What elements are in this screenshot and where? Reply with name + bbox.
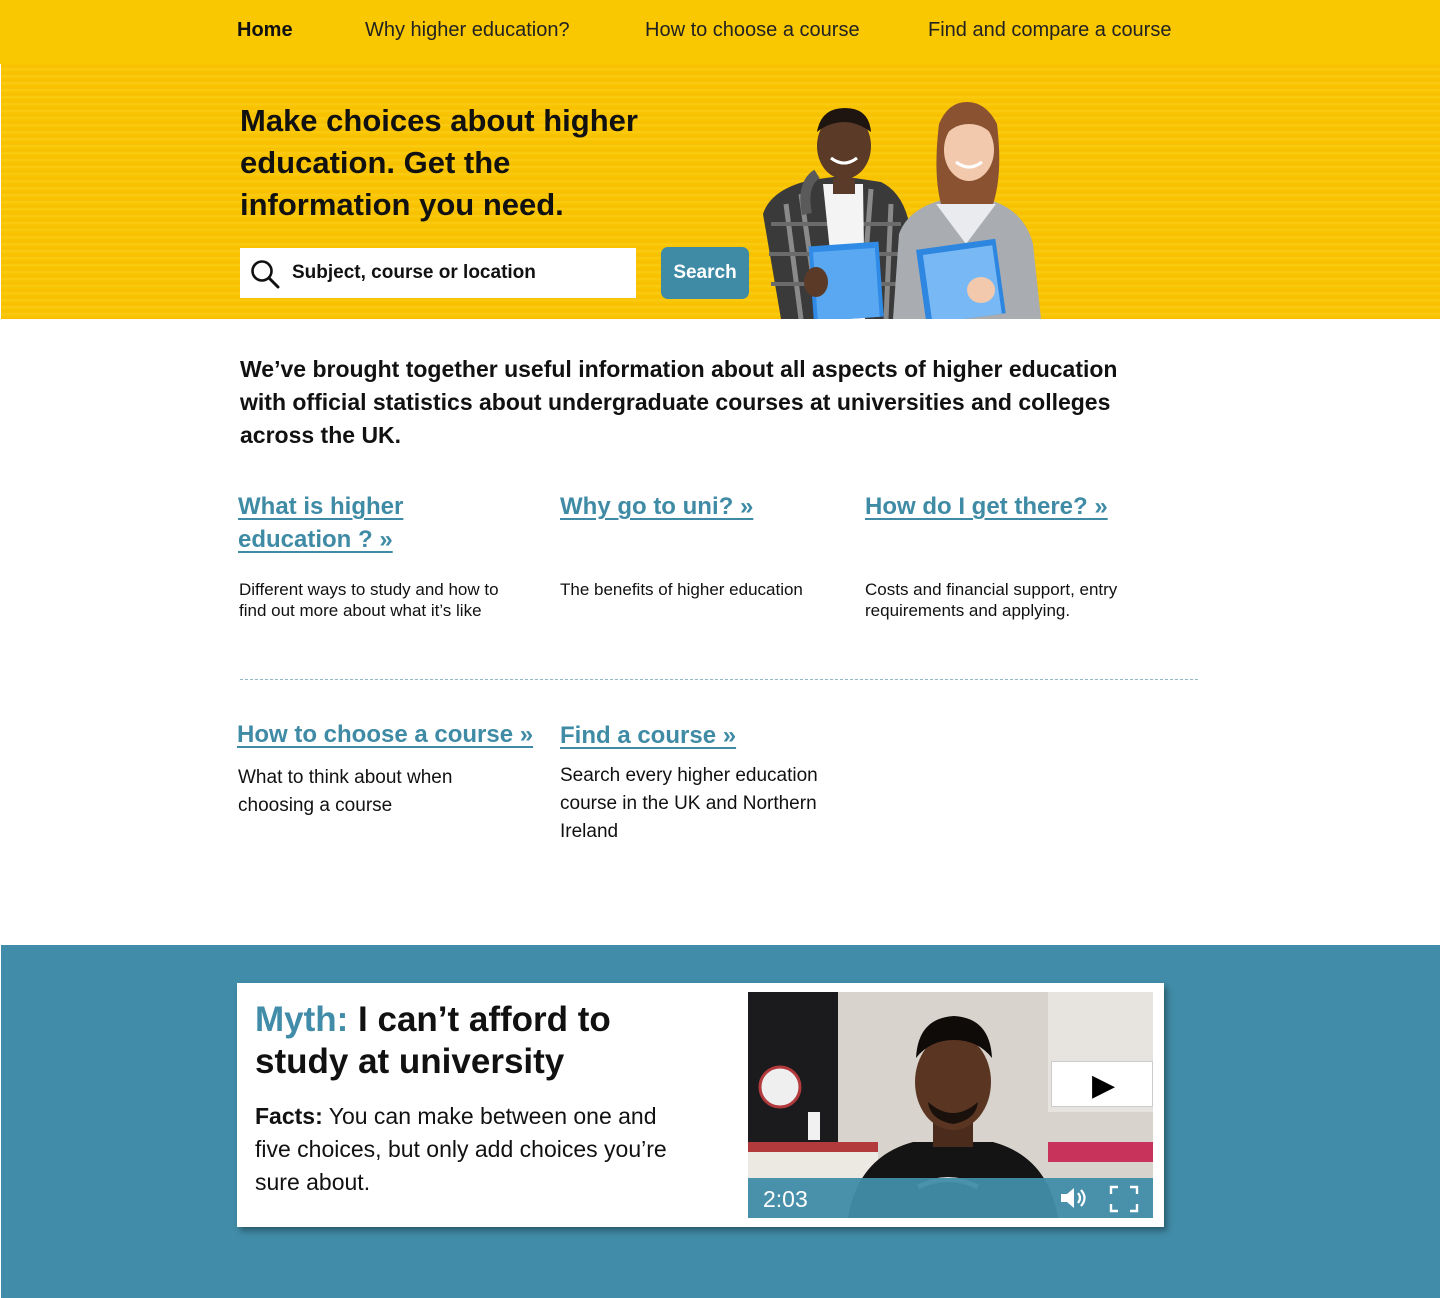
card-desc-find-a-course: Search every higher education course in … xyxy=(560,765,818,842)
facts-text: Facts: You can make between one and five… xyxy=(255,1100,695,1199)
link-find-a-course[interactable]: Find a course » xyxy=(560,719,820,752)
link-why-go-to-uni[interactable]: Why go to uni? » xyxy=(560,490,820,523)
link-what-is-higher-education[interactable]: What is higher education ? » xyxy=(238,490,468,556)
hero-title: Make choices about higher education. Get… xyxy=(240,103,638,222)
intro-text: We’ve brought together useful informatio… xyxy=(240,356,1118,448)
myth-label: Myth: xyxy=(255,1000,349,1039)
nav-item-home[interactable]: Home xyxy=(237,19,293,42)
card-desc-why-go-to-uni: The benefits of higher education xyxy=(560,580,803,599)
nav-item-find-and-compare[interactable]: Find and compare a course xyxy=(928,19,1171,42)
card-desc-what-is-higher-education: Different ways to study and how to find … xyxy=(239,580,499,620)
link-how-to-choose-a-course[interactable]: How to choose a course » xyxy=(237,718,537,751)
video-player[interactable]: ▶ 2:03 xyxy=(748,992,1153,1218)
video-controls: 2:03 xyxy=(748,1178,1153,1218)
nav-item-how-to-choose[interactable]: How to choose a course xyxy=(645,19,860,42)
search-input[interactable] xyxy=(292,248,627,298)
main-nav: Home Why higher education? How to choose… xyxy=(0,0,1440,64)
section-divider xyxy=(240,679,1198,680)
card-desc-how-do-i-get-there: Costs and financial support, entry requi… xyxy=(865,580,1118,620)
card-desc-how-to-choose-a-course: What to think about when choosing a cour… xyxy=(238,767,453,816)
fullscreen-icon[interactable] xyxy=(1109,1185,1139,1213)
volume-icon[interactable] xyxy=(1059,1185,1091,1211)
myth-title: Myth: I can’t afford to study at univers… xyxy=(255,999,675,1083)
search-icon xyxy=(251,260,280,289)
myth-card: Myth: I can’t afford to study at univers… xyxy=(237,983,1164,1227)
link-how-do-i-get-there[interactable]: How do I get there? » xyxy=(865,490,1165,523)
nav-item-why-higher-education[interactable]: Why higher education? xyxy=(365,19,570,42)
search-button[interactable]: Search xyxy=(661,247,749,299)
play-button[interactable]: ▶ xyxy=(1051,1061,1153,1107)
video-time: 2:03 xyxy=(763,1186,808,1212)
hero-banner: Make choices about higher education. Get… xyxy=(1,64,1440,319)
facts-label: Facts: xyxy=(255,1103,323,1129)
students-photo xyxy=(763,102,1041,319)
search-box xyxy=(240,248,636,298)
play-icon: ▶ xyxy=(1092,1069,1116,1102)
